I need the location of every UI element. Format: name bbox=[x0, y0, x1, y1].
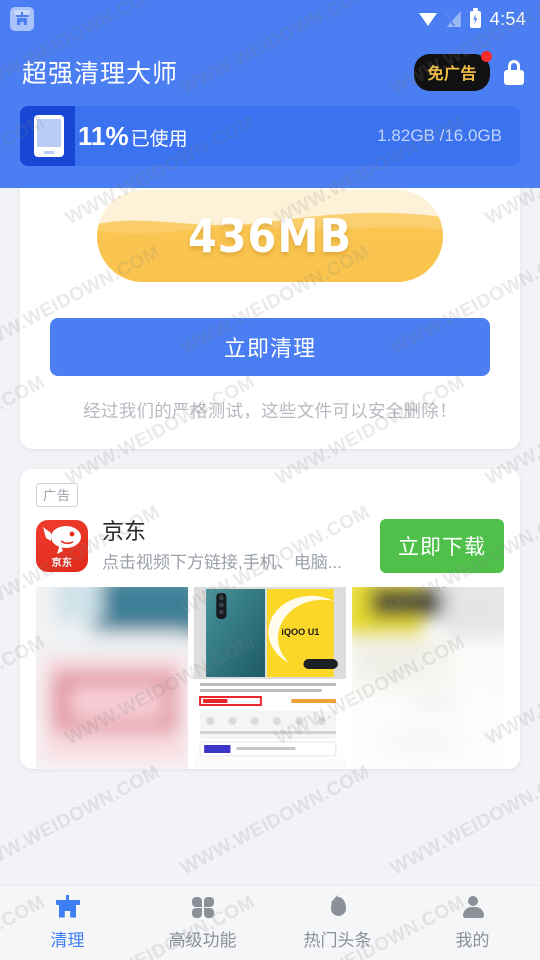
storage-used-label: 已使用 bbox=[130, 128, 188, 150]
storage-size-label: 1.82GB /16.0GB bbox=[377, 126, 502, 145]
nav-item-clean[interactable]: 清理 bbox=[0, 895, 135, 951]
download-now-button[interactable]: 立即下载 bbox=[380, 519, 504, 573]
cleaner-app-icon bbox=[10, 7, 34, 31]
junk-size-value: 436MB bbox=[187, 209, 353, 263]
main-content: 垃圾清理 436MB 立即清理 经过我们的严格测试，这些文件可以安全删除！ 广告 bbox=[0, 188, 540, 885]
nav-label-advanced: 高级功能 bbox=[168, 931, 237, 950]
ad-card[interactable]: 广告 京东 京东 点击视频下方链接,手机、电脑... 立即下载 iQOO U1 … bbox=[20, 469, 520, 769]
ad-thumbnail-right[interactable] bbox=[352, 587, 504, 769]
junk-clean-card: 垃圾清理 436MB 立即清理 经过我们的严格测试，这些文件可以安全删除！ bbox=[20, 188, 520, 449]
header-actions: 免广告 bbox=[414, 50, 526, 91]
ad-thumbnail-left[interactable] bbox=[36, 587, 188, 769]
storage-text: 11% 已使用 bbox=[78, 121, 188, 152]
broom-icon bbox=[55, 895, 81, 919]
no-ads-label: 免广告 bbox=[427, 65, 477, 83]
nav-item-profile[interactable]: 我的 bbox=[405, 895, 540, 951]
storage-percent: 11% bbox=[78, 120, 129, 151]
status-icons: 4:54 bbox=[418, 8, 526, 30]
app-header: 超强清理大师 免广告 bbox=[0, 38, 540, 106]
flame-icon bbox=[325, 895, 351, 919]
battery-charging-icon bbox=[469, 8, 481, 28]
ad-label-tag: 广告 bbox=[36, 483, 79, 507]
wifi-icon bbox=[418, 12, 438, 26]
phone-icon bbox=[34, 115, 64, 157]
status-bar: 4:54 bbox=[0, 0, 540, 38]
ad-header: 京东 京东 点击视频下方链接,手机、电脑... 立即下载 bbox=[36, 519, 504, 573]
badge-dot-icon bbox=[481, 50, 492, 62]
nav-label-profile: 我的 bbox=[455, 931, 490, 950]
storage-progress-bar[interactable]: 11% 已使用 1.82GB /16.0GB bbox=[20, 106, 520, 166]
ad-thumbnail-center[interactable]: iQOO U1 720G bbox=[194, 587, 346, 769]
junk-card-note: 经过我们的严格测试，这些文件可以安全删除！ bbox=[83, 401, 457, 421]
jd-logo-text: 京东 bbox=[51, 558, 73, 569]
ad-description: 点击视频下方链接,手机、电脑... bbox=[102, 552, 342, 572]
person-icon bbox=[460, 895, 486, 919]
no-ads-button[interactable]: 免广告 bbox=[414, 50, 492, 91]
lock-icon[interactable] bbox=[502, 59, 526, 85]
clean-now-button[interactable]: 立即清理 bbox=[50, 318, 490, 376]
status-time: 4:54 bbox=[489, 8, 526, 29]
grid-petals-icon bbox=[190, 895, 216, 919]
jd-logo-icon: 京东 bbox=[36, 520, 88, 572]
nav-label-headlines: 热门头条 bbox=[303, 931, 372, 950]
junk-size-pill: 436MB bbox=[97, 190, 443, 282]
nav-item-headlines[interactable]: 热门头条 bbox=[270, 895, 405, 951]
bottom-navigation: 清理 高级功能 热门头条 我的 bbox=[0, 885, 540, 960]
ad-thumbnail-row: iQOO U1 720G bbox=[36, 587, 504, 769]
nav-label-clean: 清理 bbox=[50, 931, 85, 950]
signal-off-icon bbox=[444, 10, 461, 27]
nav-item-advanced[interactable]: 高级功能 bbox=[135, 895, 270, 951]
svg-text:iQOO U1: iQOO U1 bbox=[281, 627, 319, 637]
broom-glyph bbox=[15, 12, 29, 27]
page-title: 超强清理大师 bbox=[22, 60, 179, 88]
storage-section: 11% 已使用 1.82GB /16.0GB bbox=[0, 106, 540, 188]
ad-title: 京东 bbox=[102, 519, 147, 545]
ad-text-block: 京东 点击视频下方链接,手机、电脑... bbox=[102, 519, 366, 572]
